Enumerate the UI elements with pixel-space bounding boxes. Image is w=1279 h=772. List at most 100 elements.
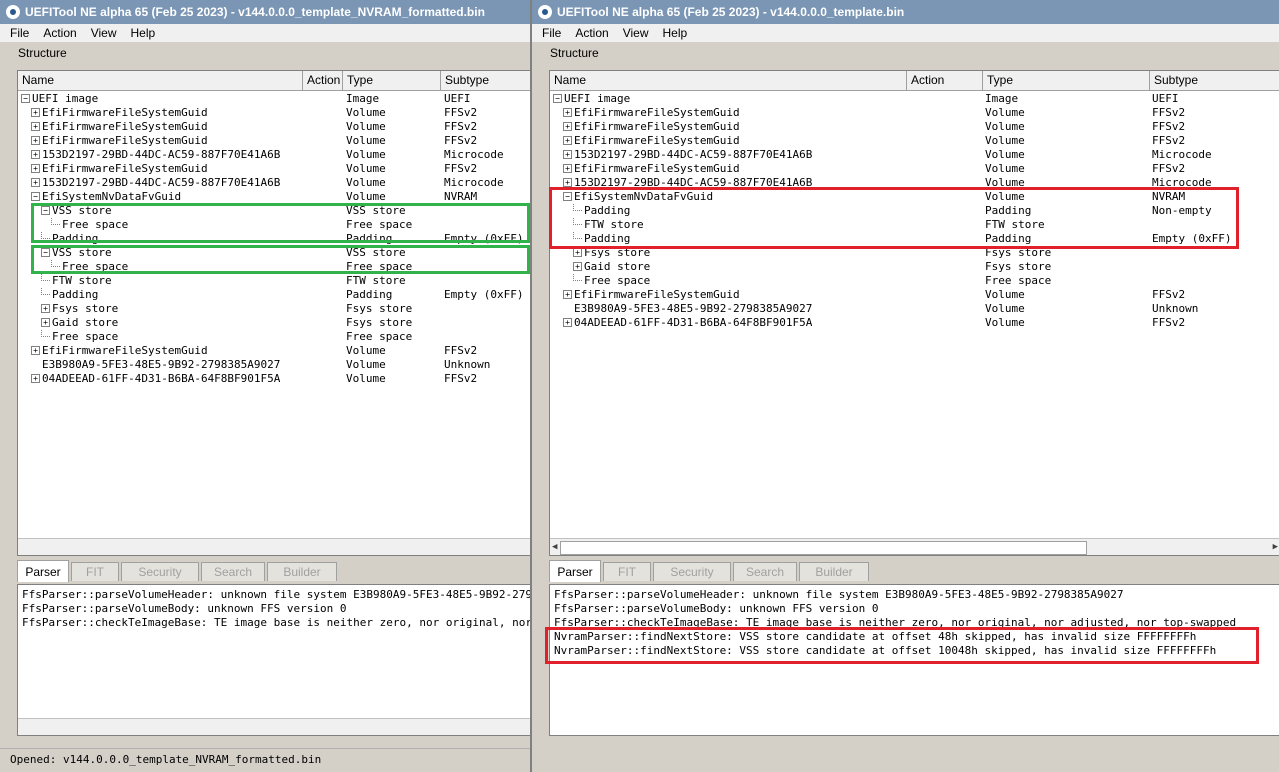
tree-row[interactable]: + EfiFirmwareFileSystemGuid Volume FFSv2 [550,288,1279,302]
column-type[interactable]: Type [983,71,1150,90]
horizontal-scrollbar[interactable] [18,718,530,735]
tree-row[interactable]: +04ADEEAD-61FF-4D31-B6BA-64F8BF901F5A Vol… [18,372,530,386]
expand-icon[interactable]: + [31,163,40,173]
menu-view[interactable]: View [85,24,123,42]
structure-tree[interactable]: Name Action Type Subtype − UEFI image Imag… [549,70,1279,556]
expand-icon[interactable]: + [563,135,572,145]
column-action[interactable]: Action [303,71,343,90]
tree-row[interactable]: + EfiFirmwareFileSystemGuid Volume FFSv2 [550,120,1279,134]
collapse-icon[interactable]: − [41,205,50,215]
expand-icon[interactable]: + [31,345,40,355]
column-action[interactable]: Action [907,71,983,90]
expand-icon[interactable]: + [31,149,40,159]
tab-search[interactable]: Search [733,562,797,581]
tree-row[interactable]: + EfiFirmwareFileSystemGuid Volume FFSv2 [18,120,530,134]
expand-icon[interactable]: + [573,261,582,271]
tree-row[interactable]: + EfiFirmwareFileSystemGuid Volume FFSv2 [550,134,1279,148]
collapse-icon[interactable]: − [553,93,562,103]
scroll-right-icon[interactable]: ▶ [1273,542,1278,552]
tree-row[interactable]: + Gaid store Fsys store [18,316,530,330]
tree-row[interactable]: Free space Free space [550,274,1279,288]
tree-row[interactable]: − EfiSystemNvDataFvGuid Volume NVRAM [18,190,530,204]
column-name[interactable]: Name [550,71,907,90]
scroll-left-icon[interactable]: ◀ [552,542,557,552]
tab-search[interactable]: Search [201,562,265,581]
menu-help[interactable]: Help [657,24,694,42]
tree-row[interactable]: − VSS store VSS store [18,246,530,260]
tree-row[interactable]: + EfiFirmwareFileSystemGuid Volume FFSv2 [550,106,1279,120]
tree-row[interactable]: + EfiFirmwareFileSystemGuid Volume FFSv2 [18,106,530,120]
menu-view[interactable]: View [617,24,655,42]
tree-row[interactable]: + Fsys store Fsys store [550,246,1279,260]
expand-icon[interactable]: + [31,107,40,117]
menu-action[interactable]: Action [569,24,614,42]
column-subtype[interactable]: Subtype [1150,71,1279,90]
right-titlebar[interactable]: UEFITool NE alpha 65 (Feb 25 2023) - v14… [532,0,1279,24]
tree-row[interactable]: − EfiSystemNvDataFvGuid Volume NVRAM [550,190,1279,204]
structure-tree[interactable]: Name Action Type Subtype − UEFI image Imag… [17,70,530,556]
column-subtype[interactable]: Subtype [441,71,530,90]
expand-icon[interactable]: + [31,135,40,145]
expand-icon[interactable]: + [563,177,572,187]
tree-row[interactable]: Padding Padding Empty (0xFF) [18,288,530,302]
horizontal-scrollbar[interactable] [18,538,530,555]
menu-file[interactable]: File [4,24,35,42]
expand-icon[interactable]: + [563,107,572,117]
tree-row[interactable]: +153D2197-29BD-44DC-AC59-887F70E41A6B Vol… [550,148,1279,162]
expand-icon[interactable]: + [41,303,50,313]
tree-row[interactable]: +153D2197-29BD-44DC-AC59-887F70E41A6B Vol… [550,176,1279,190]
expand-icon[interactable]: + [31,121,40,131]
tree-row[interactable]: FTW store FTW store [18,274,530,288]
tree-row[interactable]: Padding Padding Empty (0xFF) [550,232,1279,246]
scrollbar-thumb[interactable] [560,541,1087,555]
parser-log[interactable]: FfsParser::parseVolumeHeader: unknown fi… [17,584,530,736]
expand-icon[interactable]: + [31,373,40,383]
tree-row[interactable]: + EfiFirmwareFileSystemGuid Volume FFSv2 [550,162,1279,176]
tree-row[interactable]: +04ADEEAD-61FF-4D31-B6BA-64F8BF901F5A Vol… [550,316,1279,330]
expand-icon[interactable]: + [31,177,40,187]
column-name[interactable]: Name [18,71,303,90]
tree-row[interactable]: Padding Padding Empty (0xFF) [18,232,530,246]
expand-icon[interactable]: + [563,289,572,299]
tree-row[interactable]: Padding Padding Non-empty [550,204,1279,218]
expand-icon[interactable]: + [573,247,582,257]
menu-file[interactable]: File [536,24,567,42]
tree-row[interactable]: +153D2197-29BD-44DC-AC59-887F70E41A6B Vol… [18,176,530,190]
tree-row[interactable]: − VSS store VSS store [18,204,530,218]
left-titlebar[interactable]: UEFITool NE alpha 65 (Feb 25 2023) - v14… [0,0,530,24]
tree-row[interactable]: FTW store FTW store [550,218,1279,232]
tree-row[interactable]: E3B980A9-5FE3-48E5-9B92-2798385A9027 Volu… [18,358,530,372]
collapse-icon[interactable]: − [41,247,50,257]
horizontal-scrollbar[interactable]: ◀ ▶ [550,538,1279,555]
expand-icon[interactable]: + [563,163,572,173]
expand-icon[interactable]: + [563,149,572,159]
tab-security[interactable]: Security [653,562,731,581]
tree-row[interactable]: + EfiFirmwareFileSystemGuid Volume FFSv2 [18,344,530,358]
collapse-icon[interactable]: − [31,191,40,201]
tree-row[interactable]: Free space Free space [18,260,530,274]
tree-row[interactable]: + EfiFirmwareFileSystemGuid Volume FFSv2 [18,134,530,148]
tree-row[interactable]: − UEFI image Image UEFI [550,92,1279,106]
tab-fit[interactable]: FIT [603,562,651,581]
tab-security[interactable]: Security [121,562,199,581]
tab-parser[interactable]: Parser [549,560,601,582]
tab-builder[interactable]: Builder [267,562,337,581]
tree-row[interactable]: Free space Free space [18,330,530,344]
expand-icon[interactable]: + [563,121,572,131]
tree-row[interactable]: + Fsys store Fsys store [18,302,530,316]
tree-row[interactable]: + EfiFirmwareFileSystemGuid Volume FFSv2 [18,162,530,176]
collapse-icon[interactable]: − [563,191,572,201]
tree-row[interactable]: − UEFI image Image UEFI [18,92,530,106]
menu-action[interactable]: Action [37,24,82,42]
tab-fit[interactable]: FIT [71,562,119,581]
tree-row[interactable]: +153D2197-29BD-44DC-AC59-887F70E41A6B Vol… [18,148,530,162]
tree-row[interactable]: + Gaid store Fsys store [550,260,1279,274]
menu-help[interactable]: Help [125,24,162,42]
collapse-icon[interactable]: − [21,93,30,103]
tab-builder[interactable]: Builder [799,562,869,581]
expand-icon[interactable]: + [41,317,50,327]
column-type[interactable]: Type [343,71,441,90]
parser-log[interactable]: FfsParser::parseVolumeHeader: unknown fi… [549,584,1279,736]
tab-parser[interactable]: Parser [17,560,69,582]
tree-row[interactable]: Free space Free space [18,218,530,232]
